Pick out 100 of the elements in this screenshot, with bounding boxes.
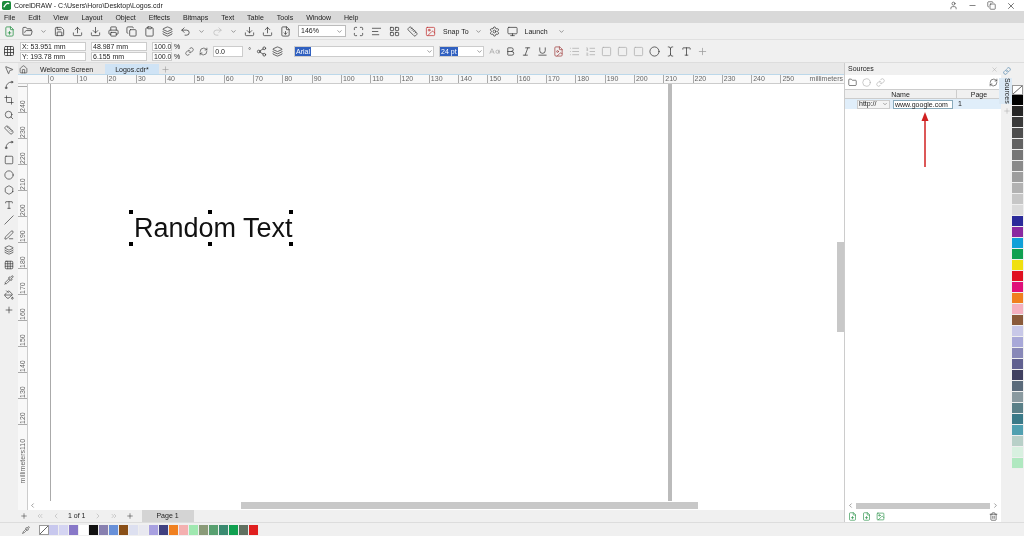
color-swatch[interactable] — [199, 524, 209, 535]
color-swatch[interactable] — [1012, 436, 1023, 447]
restore-icon[interactable] — [987, 1, 996, 10]
color-swatch[interactable] — [229, 524, 239, 535]
transparency-tool-icon[interactable] — [4, 260, 14, 270]
selection-handle[interactable] — [208, 242, 212, 246]
color-swatch[interactable] — [1012, 304, 1023, 315]
add-page-source-icon[interactable] — [862, 511, 871, 521]
color-swatch[interactable] — [1012, 337, 1023, 348]
refresh-icon[interactable] — [989, 77, 998, 87]
italic-icon[interactable] — [521, 45, 533, 57]
caret-icon[interactable] — [557, 27, 565, 35]
color-swatch[interactable] — [219, 524, 229, 535]
add-page-icon[interactable] — [20, 512, 28, 520]
color-swatch[interactable] — [1012, 172, 1023, 183]
caret-icon[interactable] — [474, 27, 482, 35]
color-swatch[interactable] — [1012, 128, 1023, 139]
color-swatch[interactable] — [1012, 95, 1023, 106]
bullet-list-icon[interactable] — [569, 45, 581, 57]
color-swatch[interactable] — [1012, 238, 1023, 249]
color-swatch[interactable] — [1012, 205, 1023, 216]
rotate-icon[interactable] — [199, 46, 209, 56]
scroll-right-icon[interactable] — [992, 502, 999, 509]
color-swatch[interactable] — [1012, 161, 1023, 172]
import-icon[interactable] — [244, 25, 255, 37]
color-swatch[interactable] — [189, 524, 199, 535]
color-swatch[interactable] — [119, 524, 129, 535]
color-swatch[interactable] — [1012, 348, 1023, 359]
color-swatch[interactable] — [1012, 216, 1023, 227]
full-screen-icon[interactable] — [353, 25, 364, 37]
add-source-icon[interactable] — [848, 511, 857, 521]
caret-icon[interactable] — [40, 27, 47, 35]
color-swatch[interactable] — [1012, 117, 1023, 128]
zoom-tool-icon[interactable] — [4, 110, 14, 120]
close-icon[interactable] — [1006, 0, 1016, 11]
color-swatch[interactable] — [1012, 194, 1023, 205]
color-swatch[interactable] — [1012, 249, 1023, 260]
color-swatch[interactable] — [1012, 106, 1023, 117]
caret-icon[interactable] — [336, 27, 343, 35]
print-icon[interactable] — [108, 25, 119, 37]
color-swatch[interactable] — [149, 524, 159, 535]
color-swatch[interactable] — [249, 524, 259, 535]
pick-tool-icon[interactable] — [4, 65, 14, 75]
add-image-source-icon[interactable] — [876, 511, 885, 521]
caret-icon[interactable] — [426, 47, 434, 55]
color-swatch[interactable] — [209, 524, 219, 535]
shape-tool-icon[interactable] — [4, 80, 14, 90]
color-swatch[interactable] — [1012, 370, 1023, 381]
color-swatch[interactable] — [59, 524, 69, 535]
paste-icon[interactable] — [144, 25, 155, 37]
polygon-tool-icon[interactable] — [4, 185, 14, 195]
color-swatch[interactable] — [159, 524, 169, 535]
add-icon[interactable] — [697, 45, 709, 57]
save-icon[interactable] — [54, 25, 65, 37]
color-swatch[interactable] — [1012, 227, 1023, 238]
settings-icon[interactable] — [488, 25, 500, 37]
color-swatch[interactable] — [69, 524, 79, 535]
color-swatch[interactable] — [1012, 447, 1023, 458]
caret-icon[interactable] — [230, 27, 237, 35]
caret-icon[interactable] — [476, 47, 484, 55]
add-page-icon[interactable] — [125, 512, 134, 520]
link-icon[interactable] — [876, 77, 885, 87]
cloud-upload-icon[interactable] — [72, 25, 83, 37]
text-tool-icon[interactable] — [4, 200, 14, 210]
color-swatch[interactable] — [1012, 282, 1023, 293]
anchor-grid-icon[interactable] — [3, 45, 15, 57]
caret-icon[interactable] — [882, 101, 888, 107]
grid-icon[interactable] — [389, 25, 400, 37]
color-swatch[interactable] — [1012, 293, 1023, 304]
selection-handle[interactable] — [289, 242, 293, 246]
home-icon[interactable] — [19, 65, 28, 74]
ellipse-tool-icon[interactable] — [4, 170, 14, 180]
horizontal-scrollbar[interactable] — [856, 502, 990, 509]
crop-tool-icon[interactable] — [4, 95, 14, 105]
color-swatch[interactable] — [1012, 315, 1023, 326]
lock-ratio-icon[interactable] — [185, 46, 195, 56]
color-swatch[interactable] — [1012, 139, 1023, 150]
copy-icon[interactable] — [126, 25, 137, 37]
export-icon[interactable] — [262, 25, 273, 37]
vertical-scrollbar[interactable] — [837, 242, 844, 332]
selection-handle[interactable] — [289, 210, 293, 214]
color-swatch[interactable] — [89, 524, 99, 535]
eyedropper-icon[interactable] — [22, 525, 30, 534]
color-swatch[interactable] — [49, 524, 59, 535]
color-swatch[interactable] — [1012, 326, 1023, 337]
color-swatch[interactable] — [1012, 425, 1023, 436]
new-tab-icon[interactable] — [160, 65, 170, 74]
color-swatch[interactable] — [1012, 271, 1023, 282]
color-swatch[interactable] — [79, 524, 89, 535]
open-icon[interactable] — [22, 25, 33, 37]
link-icon[interactable] — [1002, 67, 1011, 75]
numbered-list-icon[interactable] — [585, 45, 597, 57]
underline-icon[interactable] — [537, 45, 549, 57]
color-swatch[interactable] — [99, 524, 109, 535]
color-swatch[interactable] — [1012, 403, 1023, 414]
color-swatch[interactable] — [1012, 150, 1023, 161]
color-swatch[interactable] — [1012, 381, 1023, 392]
color-swatch[interactable] — [1012, 260, 1023, 271]
cloud-download-icon[interactable] — [90, 25, 101, 37]
scroll-left-icon[interactable] — [847, 502, 854, 509]
